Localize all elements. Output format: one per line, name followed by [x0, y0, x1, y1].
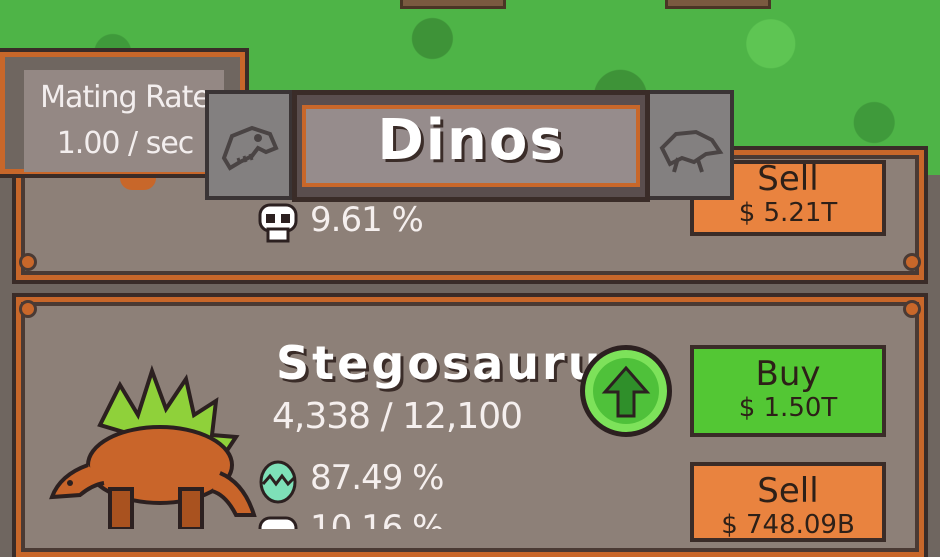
sell-button-price: $ 5.21T: [738, 198, 838, 228]
upgrade-arrow-icon: [601, 365, 651, 418]
mating-rate-value: 1.00 / sec: [56, 126, 195, 161]
dino-fossil-skull-icon: [221, 125, 279, 171]
dino-fossil-icon: [659, 129, 724, 173]
sell-button-label: Sell: [757, 471, 819, 511]
page-title: Dinos: [377, 108, 565, 173]
upgrade-button[interactable]: [580, 345, 672, 437]
mating-rate-label: Mating Rate: [40, 80, 211, 115]
frame-knob: [903, 300, 921, 318]
dino-count: 4,338 / 12,100: [272, 396, 523, 437]
buy-button-label: Buy: [755, 354, 821, 394]
egg-icon: [259, 460, 297, 504]
mating-chance-value: 87.49 %: [310, 458, 444, 498]
stegosaurus-sprite: [49, 365, 257, 529]
sell-button-price: $ 748.09B: [721, 510, 855, 540]
buy-button-price: $ 1.50T: [738, 393, 838, 423]
frame-knob: [903, 253, 921, 271]
frame-knob: [19, 300, 37, 318]
death-rate-value: 10.16 %: [310, 508, 444, 529]
frame-knob: [19, 253, 37, 271]
skull-icon: [258, 516, 298, 529]
rock-decoration: [400, 0, 506, 9]
skull-icon: [258, 203, 298, 243]
buy-button[interactable]: Buy $ 1.50T: [690, 345, 886, 437]
rock-decoration: [665, 0, 771, 9]
sell-button[interactable]: Sell $ 748.09B: [690, 462, 886, 542]
death-rate-value: 9.61 %: [310, 200, 424, 240]
